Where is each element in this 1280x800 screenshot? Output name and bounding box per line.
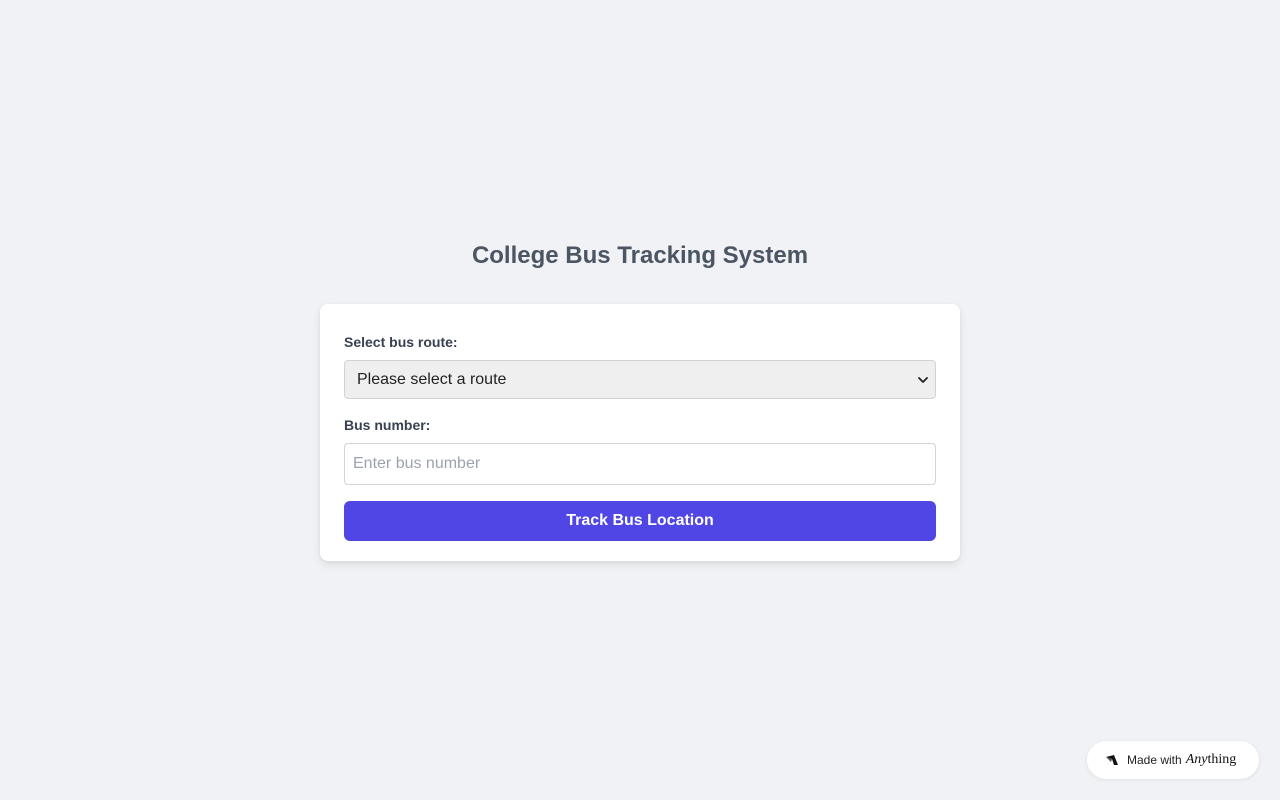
made-with-text: Made with (1127, 753, 1182, 767)
chevron-down-icon (918, 376, 928, 383)
anything-logo-icon (1106, 755, 1118, 765)
bus-number-input[interactable] (344, 443, 936, 485)
made-with-anything-badge[interactable]: Made with Anything (1087, 741, 1259, 779)
route-label: Select bus route: (344, 334, 458, 350)
page: College Bus Tracking System Select bus r… (0, 0, 1280, 800)
track-bus-button[interactable]: Track Bus Location (344, 501, 936, 541)
tracking-form-card: Select bus route: Please select a route … (320, 304, 960, 561)
route-select[interactable]: Please select a route (344, 360, 936, 399)
brand-prefix: Any (1185, 752, 1208, 767)
page-title: College Bus Tracking System (471, 242, 809, 269)
brand-name: Anything (1186, 752, 1237, 768)
brand-suffix: thing (1207, 752, 1237, 767)
route-select-value: Please select a route (357, 370, 507, 388)
bus-number-label: Bus number: (344, 417, 431, 433)
